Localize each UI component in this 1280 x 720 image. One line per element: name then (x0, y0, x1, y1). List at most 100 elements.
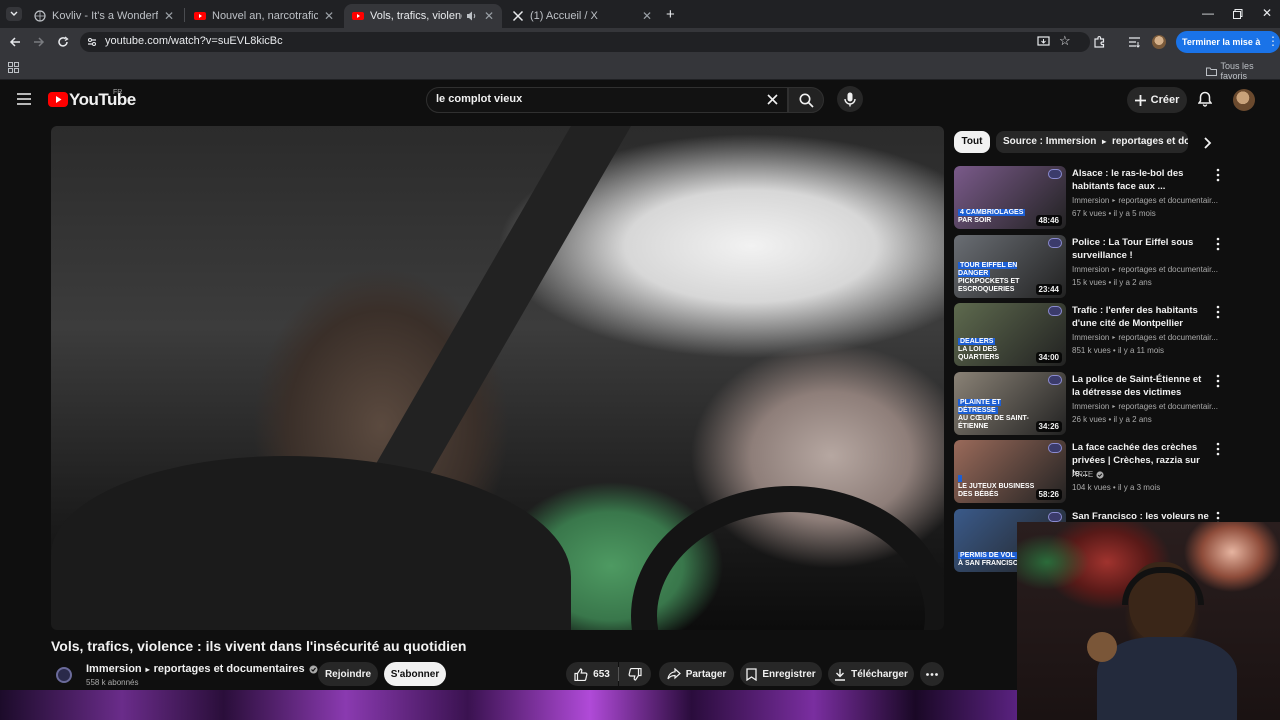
recommendation-channel-suffix: reportages et documentair... (1118, 402, 1218, 411)
headset-icon (1122, 567, 1204, 605)
video-thumbnail[interactable]: DEALERS LA LOI DES QUARTIERS 34:00 (954, 303, 1066, 366)
recommendation-item[interactable]: 4 CAMBRIOLAGES PAR SOIR 48:46 Alsace : le r… (954, 166, 1276, 230)
tab-audio-icon[interactable] (466, 10, 478, 22)
subscribe-button[interactable]: S'abonner (384, 662, 446, 686)
more-options-icon[interactable] (1212, 168, 1224, 182)
reading-list-icon[interactable] (1128, 36, 1141, 48)
recommendation-channel-name[interactable]: ARTE (1072, 470, 1093, 479)
voice-search-button[interactable] (837, 86, 863, 112)
site-info-icon[interactable] (86, 36, 98, 48)
install-app-icon[interactable] (1037, 36, 1050, 48)
channel-badge-icon (1048, 443, 1062, 453)
youtube-logo-text[interactable]: YouTube (69, 90, 136, 110)
recommendation-channel-name[interactable]: Immersion (1072, 402, 1109, 411)
tab-close-icon[interactable]: ✕ (164, 9, 174, 23)
video-thumbnail[interactable]: LE JUTEUX BUSINESS DES BÉBÉS 58:26 (954, 440, 1066, 503)
chip-all[interactable]: Tout (954, 131, 990, 153)
video-thumbnail[interactable]: TOUR EIFFEL EN DANGER PICKPOCKETS ET ESCR… (954, 235, 1066, 298)
recommendation-item[interactable]: DEALERS LA LOI DES QUARTIERS 34:00 Trafic :… (954, 303, 1276, 367)
profile-avatar[interactable] (1152, 35, 1166, 49)
recommendation-channel[interactable]: Immersion ▸ reportages et documentair... (1072, 196, 1222, 205)
all-bookmarks-folder[interactable]: Tous les favoris (1206, 61, 1280, 81)
chips-next-chevron-icon[interactable] (1198, 134, 1216, 152)
more-actions-button[interactable] (920, 662, 944, 686)
search-query-text[interactable]: le complot vieux (436, 93, 522, 105)
channel-avatar[interactable] (56, 667, 72, 683)
upload-age: il y a 3 mois (1117, 483, 1161, 492)
dislike-button[interactable] (619, 662, 651, 686)
share-button[interactable]: Partager (659, 662, 734, 686)
more-options-icon[interactable] (1212, 237, 1224, 251)
search-button[interactable] (788, 87, 824, 113)
window-maximize-icon[interactable] (1233, 9, 1243, 19)
thumbs-up-icon (574, 667, 588, 681)
channel-badge-icon (1048, 306, 1062, 316)
tab-close-icon[interactable]: ✕ (324, 9, 334, 23)
browser-menu-icon[interactable]: ⋮ (1267, 35, 1279, 47)
recommendation-channel-name[interactable]: Immersion (1072, 333, 1109, 342)
more-options-icon[interactable] (1212, 374, 1224, 388)
video-thumbnail[interactable]: PLAINTE ET DÉTRESSE AU CŒUR DE SAINT-ÉTIE… (954, 372, 1066, 435)
tab-title: Nouvel an, narcotrafic...L'interv (212, 10, 318, 22)
tab-close-icon[interactable]: ✕ (484, 9, 494, 23)
join-button[interactable]: Rejoindre (318, 662, 378, 686)
browser-tab[interactable]: Nouvel an, narcotrafic...L'interv ✕ (186, 4, 342, 28)
download-icon (835, 668, 846, 681)
new-tab-plus-icon[interactable]: + (666, 6, 675, 23)
tab-close-icon[interactable]: ✕ (642, 9, 652, 23)
account-avatar[interactable] (1233, 89, 1255, 111)
channel-badge-icon (1048, 512, 1062, 522)
finish-update-button[interactable]: Terminer la mise à jour (1176, 31, 1280, 69)
upload-age: il y a 2 ans (1113, 415, 1152, 424)
recommendation-channel[interactable]: Immersion ▸ reportages et documentair... (1072, 265, 1222, 274)
channel-suffix-text[interactable]: reportages et documentaires (154, 663, 305, 675)
back-arrow-icon[interactable] (9, 36, 21, 48)
recommendation-channel[interactable]: Immersion ▸ reportages et documentair... (1072, 402, 1222, 411)
extensions-puzzle-icon[interactable] (1093, 35, 1106, 48)
browser-tab-active[interactable]: Vols, trafics, violence : ils viv ✕ (344, 4, 502, 28)
bookmark-star-icon[interactable]: ☆ (1059, 33, 1071, 49)
browser-tab[interactable]: Kovliv - It's a Wonderful Knife ( ✕ (26, 4, 182, 28)
more-horizontal-icon (926, 672, 938, 676)
window-minimize-icon[interactable]: — (1202, 6, 1214, 20)
recommendation-channel-name[interactable]: Immersion (1072, 196, 1109, 205)
reload-icon[interactable] (57, 36, 69, 48)
more-options-icon[interactable] (1212, 305, 1224, 319)
recommendation-title[interactable]: La police de Saint-Étienne et la détress… (1072, 373, 1210, 399)
channel-name[interactable]: Immersion ▸ reportages et documentaires (86, 663, 318, 675)
view-count: 104 k vues (1072, 483, 1111, 492)
browser-tab[interactable]: (1) Accueil / X ✕ (504, 4, 660, 28)
youtube-logo-icon[interactable] (48, 92, 68, 107)
share-arrow-icon (667, 668, 681, 680)
more-options-icon[interactable] (1212, 442, 1224, 456)
recommendation-item[interactable]: LE JUTEUX BUSINESS DES BÉBÉS 58:26 La face… (954, 440, 1276, 504)
download-button[interactable]: Télécharger (828, 662, 914, 686)
window-close-icon[interactable]: ✕ (1262, 6, 1272, 20)
forward-arrow-icon[interactable] (33, 36, 45, 48)
recommendation-title[interactable]: Trafic : l'enfer des habitants d'une cit… (1072, 304, 1210, 330)
recommendation-channel[interactable]: Immersion ▸ reportages et documentair... (1072, 333, 1222, 342)
video-thumbnail[interactable]: 4 CAMBRIOLAGES PAR SOIR 48:46 (954, 166, 1066, 229)
recommendation-item[interactable]: PLAINTE ET DÉTRESSE AU CŒUR DE SAINT-ÉTIE… (954, 372, 1276, 436)
channel-name-text[interactable]: Immersion (86, 663, 142, 675)
chip-source-immersion[interactable]: Source : Immersion ▸ reportages et docum… (996, 131, 1188, 153)
recommendation-title[interactable]: Police : La Tour Eiffel sous surveillanc… (1072, 236, 1210, 262)
recommendation-item[interactable]: TOUR EIFFEL EN DANGER PICKPOCKETS ET ESCR… (954, 235, 1276, 299)
apps-grid-icon[interactable] (8, 62, 19, 73)
recommendation-channel-name[interactable]: Immersion (1072, 265, 1109, 274)
notifications-bell-icon[interactable] (1198, 91, 1212, 107)
join-label: Rejoindre (324, 668, 372, 680)
recommendation-title[interactable]: Alsace : le ras-le-bol des habitants fac… (1072, 167, 1210, 193)
video-title: Vols, trafics, violence : ils vivent dan… (51, 638, 467, 654)
save-button[interactable]: Enregistrer (740, 662, 822, 686)
url-text[interactable]: youtube.com/watch?v=suEVL8kicBc (105, 35, 283, 47)
tab-search-chevron-icon[interactable] (6, 7, 22, 21)
youtube-favicon-icon (352, 12, 364, 20)
create-button[interactable]: Créer (1127, 87, 1187, 113)
recommendation-channel[interactable]: ARTE (1072, 470, 1222, 479)
like-button[interactable]: 653 (566, 662, 618, 686)
hamburger-menu-icon[interactable] (17, 93, 31, 105)
video-player[interactable] (51, 126, 944, 630)
thumbnail-caption: TOUR EIFFEL EN DANGER PICKPOCKETS ET ESCR… (958, 262, 1038, 294)
clear-search-icon[interactable] (767, 94, 778, 105)
